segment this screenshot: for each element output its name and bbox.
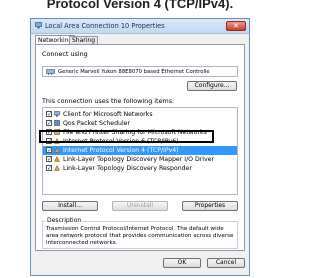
network-adapter-icon [46, 69, 55, 75]
list-item[interactable]: ✓ Link-Layer Topology Discovery Responde… [43, 164, 237, 173]
connect-using-label: Connect using [42, 50, 88, 58]
item-checkbox[interactable]: ✓ [46, 156, 52, 163]
window-title: Local Area Connection 10 Properties [45, 22, 165, 30]
title-bar[interactable]: Local Area Connection 10 Properties ✕ [31, 19, 249, 34]
networking-panel: Connect using Generic Marvell Yukon 88E8… [35, 44, 245, 251]
protocol-icon [54, 147, 60, 153]
item-checkbox[interactable]: ✓ [46, 111, 52, 118]
list-item[interactable]: ✓ Client for Microsoft Networks [43, 110, 237, 119]
item-label: Link-Layer Topology Discovery Responder [63, 165, 192, 172]
cancel-button[interactable]: Cancel [207, 258, 245, 268]
item-label: Client for Microsoft Networks [63, 111, 153, 118]
ok-button[interactable]: OK [163, 258, 201, 268]
item-label: Internet Protocol Version 4 (TCP/IPv4) [63, 147, 179, 154]
description-title: Description [46, 217, 83, 224]
network-client-icon [54, 111, 60, 117]
install-button[interactable]: Install... [42, 201, 98, 211]
description-group: Description Trasmission Control Protocol… [42, 217, 238, 249]
item-checkbox[interactable]: ✓ [46, 120, 52, 127]
network-connection-icon [35, 22, 42, 29]
item-label: Link-Layer Topology Discovery Mapper I/O… [63, 156, 215, 163]
configure-button[interactable]: Configure... [187, 81, 237, 91]
list-item[interactable]: ✓ Qos Packet Scheduler [43, 119, 237, 128]
properties-button[interactable]: Properties [182, 201, 238, 211]
properties-dialog: Local Area Connection 10 Properties ✕ Ne… [30, 18, 250, 276]
item-label: Qos Packet Scheduler [63, 120, 131, 127]
uninstall-button[interactable]: Uninstall [112, 201, 168, 211]
close-button[interactable]: ✕ [226, 21, 246, 31]
list-item-selected[interactable]: ✓ Internet Protocol Version 4 (TCP/IPv4) [43, 146, 237, 155]
items-list[interactable]: ✓ Client for Microsoft Networks ✓ Qos Pa… [42, 107, 238, 195]
description-text: Trasmission Control Protocol/Internet Pr… [46, 226, 234, 246]
list-item[interactable]: ✓ Link-Layer Topology Discovery Mapper I… [43, 155, 237, 164]
protocol-icon [54, 156, 60, 162]
qos-icon [54, 120, 60, 126]
item-checkbox[interactable]: ✓ [46, 147, 52, 154]
item-checkbox[interactable]: ✓ [46, 165, 52, 172]
adapter-field[interactable]: Generic Marvell Yukon 88E8070 based Ethe… [42, 66, 238, 77]
adapter-name: Generic Marvell Yukon 88E8070 based Ethe… [58, 69, 210, 75]
items-label: This connection uses the following items… [42, 97, 175, 105]
caption-text: Protocol Version 4 (TCP/IPv4). [46, 0, 234, 11]
ipv6-highlight-box [39, 130, 214, 143]
protocol-icon [54, 165, 60, 171]
